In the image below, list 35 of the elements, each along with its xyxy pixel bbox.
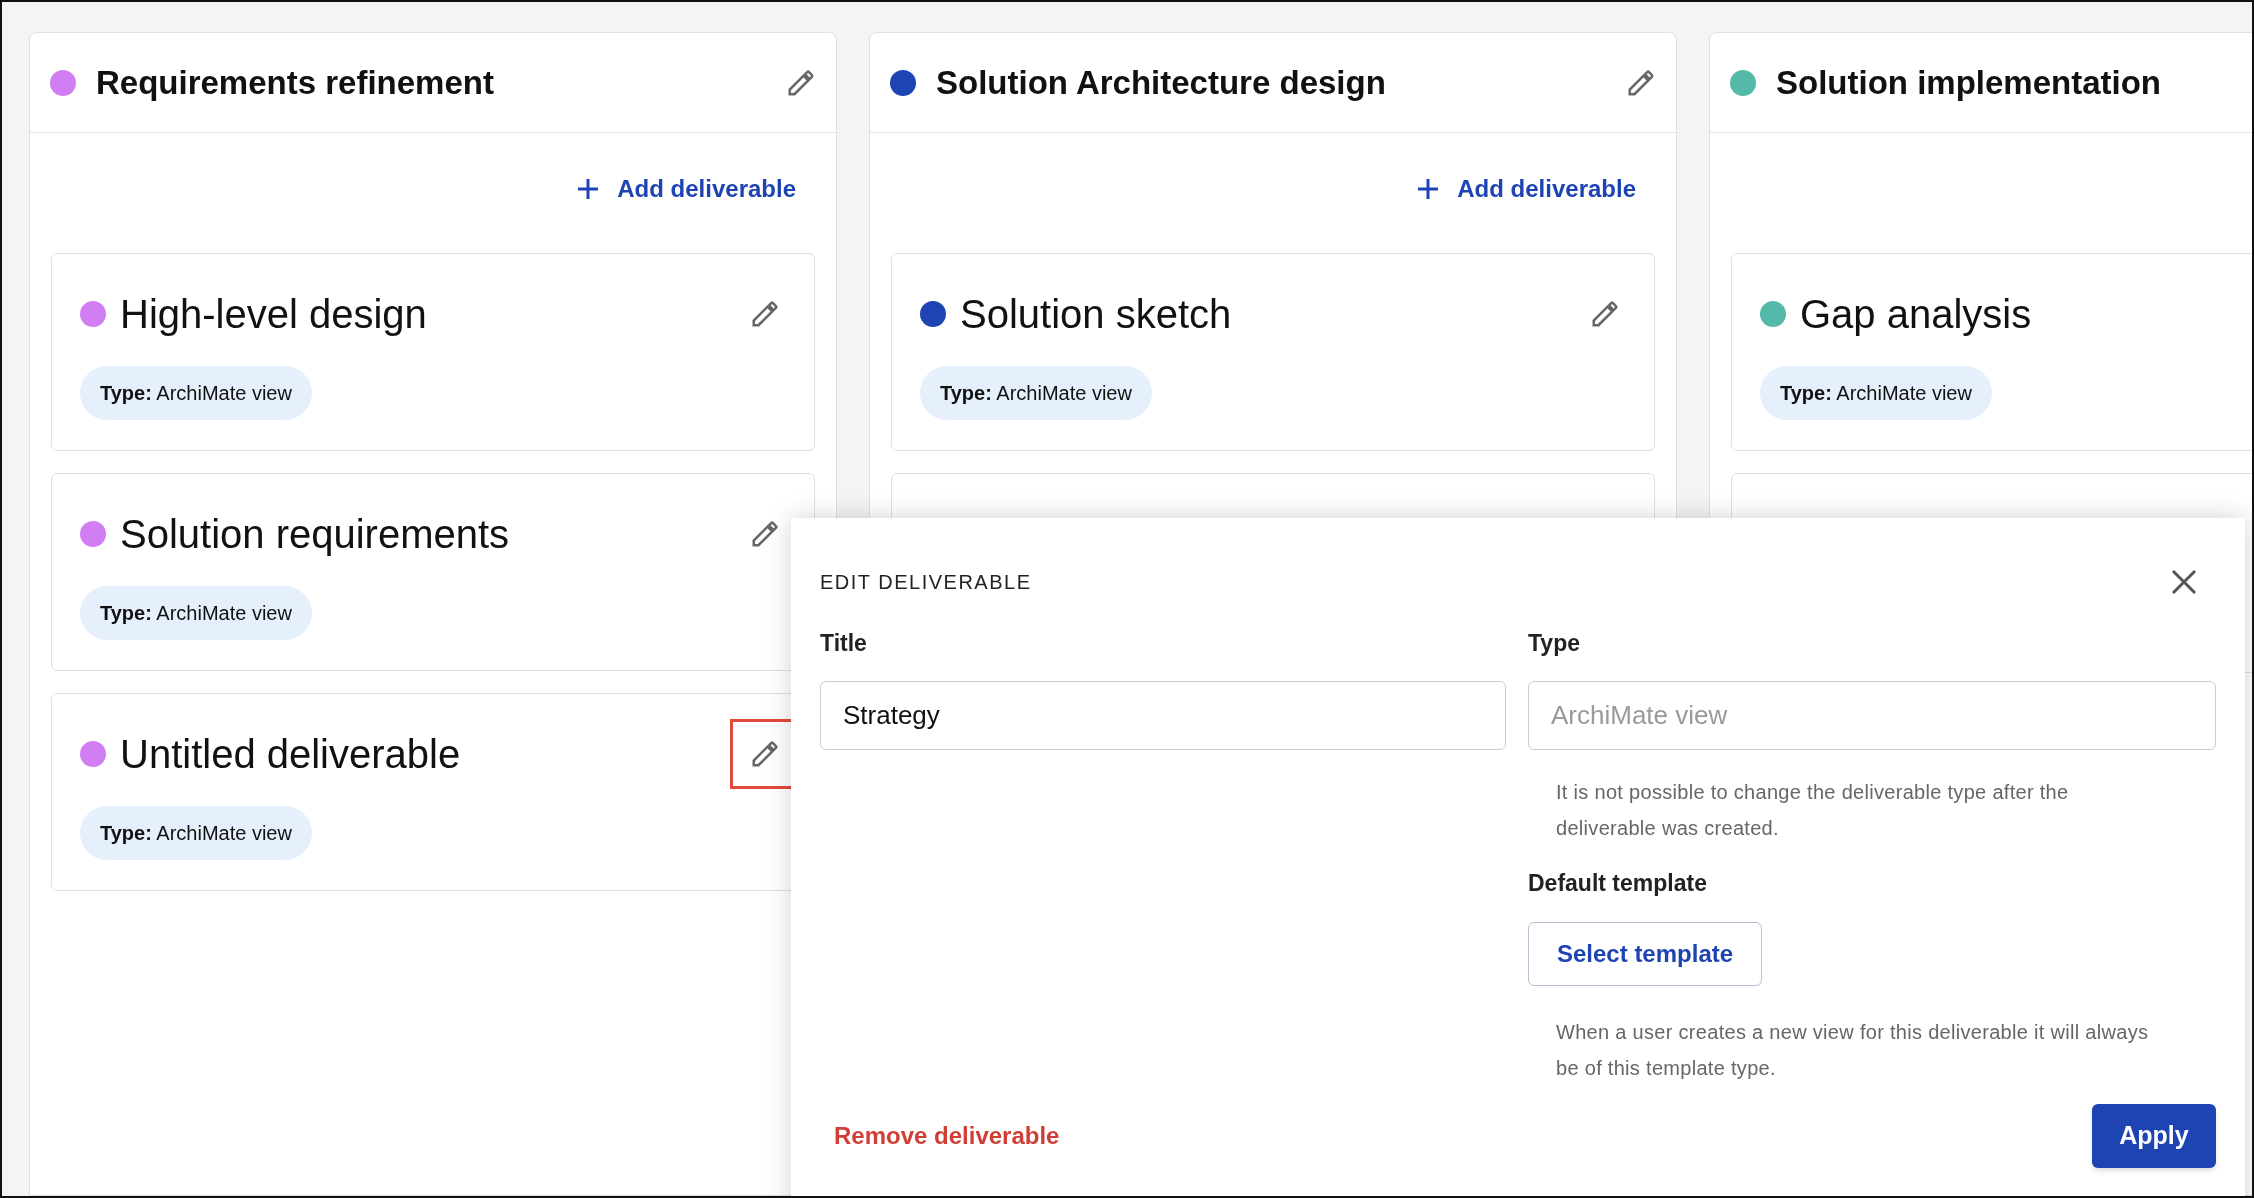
type-chip: Type: ArchiMate view	[920, 366, 1152, 420]
edit-icon	[786, 67, 816, 98]
dialog-heading: EDIT DELIVERABLE	[820, 570, 1032, 595]
pencil-icon	[1590, 299, 1620, 329]
pencil-icon	[750, 739, 780, 769]
pencil-icon	[750, 299, 780, 329]
type-help-text: It is not possible to change the deliverable type after the deliverable was created.	[1555, 779, 2070, 841]
deliverable-title: Solution requirements	[120, 511, 510, 558]
close-icon	[2171, 569, 2197, 595]
select-template-button[interactable]: Select template	[1528, 922, 1763, 986]
type-chip: Type: ArchiMate view	[80, 586, 312, 640]
deliverable-title: Solution sketch	[960, 291, 1232, 338]
type-field[interactable]: ArchiMate view	[1528, 680, 2216, 750]
column-title: Solution implementation	[1776, 62, 2161, 103]
add-deliverable-button[interactable]: Add deliverable	[577, 171, 796, 207]
template-label: Default template	[1528, 868, 1708, 898]
plus-icon	[1417, 178, 1440, 200]
title-label: Title	[820, 629, 868, 658]
edit-icon	[1626, 67, 1656, 98]
type-label: Type	[1528, 629, 1581, 658]
deliverable-title: Gap analysis	[1800, 291, 2032, 338]
column-title: Solution Architecture design	[936, 62, 1386, 103]
remove-deliverable-button[interactable]: Remove deliverable	[834, 1118, 1060, 1154]
template-help-text: When a user creates a new view for this deliverable it will always be of this template type.	[1555, 1020, 2150, 1081]
type-chip: Type: ArchiMate view	[80, 366, 312, 420]
add-deliverable-button[interactable]: Add deliverable	[1417, 171, 1636, 207]
column-title: Requirements refinement	[96, 62, 494, 103]
title-field[interactable]: Strategy	[820, 680, 1506, 750]
type-chip: Type: ArchiMate view	[1760, 366, 1992, 420]
apply-button[interactable]: Apply	[2092, 1104, 2216, 1168]
deliverable-title: High-level design	[120, 291, 427, 338]
pencil-icon	[750, 519, 780, 549]
deliverable-title: Untitled deliverable	[120, 731, 461, 778]
type-chip: Type: ArchiMate view	[80, 806, 312, 860]
plus-icon	[577, 178, 600, 200]
